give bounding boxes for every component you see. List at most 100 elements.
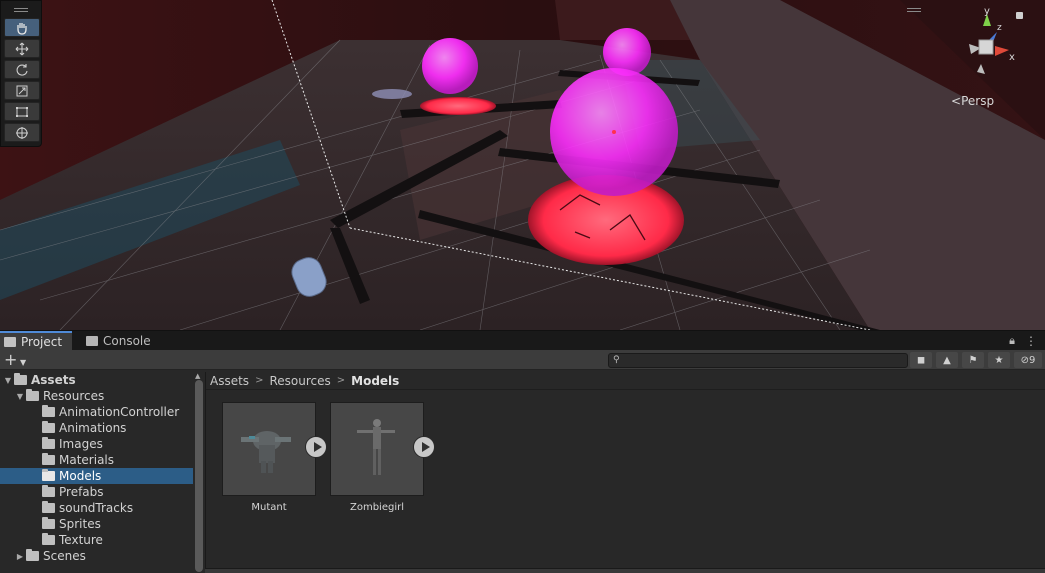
projection-label: Persp: [961, 94, 995, 108]
chevron-right-icon[interactable]: ▶: [14, 552, 26, 561]
axis-gizmo-icon[interactable]: y x z: [947, 6, 1027, 86]
folder-icon: [4, 337, 16, 347]
zoom-slider-bar[interactable]: [205, 568, 1045, 573]
chevron-right-icon: >: [255, 375, 264, 386]
tree-item-animationcontroller[interactable]: AnimationController: [0, 404, 193, 420]
rect-tool-button[interactable]: [4, 102, 40, 121]
asset-name: Zombiegirl: [349, 502, 404, 513]
project-panel: Project Console 🔒︎ ⋮ + ▼ ⚲ ◼ ▲ ⚑ ★ ⊘ 9 ▼…: [0, 330, 1045, 573]
tab-console[interactable]: Console: [82, 331, 161, 351]
zombiegirl-model-preview: [357, 419, 395, 475]
search-input[interactable]: ⚲: [608, 353, 908, 368]
breadcrumb-assets[interactable]: Assets: [210, 374, 249, 388]
hand-icon: [17, 22, 27, 35]
tree-scrollbar[interactable]: ▲: [193, 372, 205, 573]
console-icon: [86, 336, 98, 346]
scale-icon: [16, 85, 28, 96]
scene-render: [0, 0, 1045, 330]
folder-tree: ▼ Assets ▼ Resources AnimationController…: [0, 372, 193, 573]
breadcrumb: Assets > Resources > Models: [206, 372, 1045, 390]
folder-icon: [42, 421, 55, 433]
chevron-right-icon: >: [336, 375, 346, 386]
breadcrumb-resources[interactable]: Resources: [269, 374, 330, 388]
gizmo-z-label: z: [997, 23, 1002, 33]
lock-icon[interactable]: [1016, 12, 1023, 19]
projection-toggle[interactable]: <Persp: [951, 94, 994, 108]
overlay-drag-handle[interactable]: [3, 4, 39, 16]
favorites-button[interactable]: ★: [988, 352, 1010, 368]
star-icon: ★: [994, 354, 1004, 366]
asset-thumbnail[interactable]: [222, 402, 316, 496]
tree-item-resources[interactable]: ▼ Resources: [0, 388, 193, 404]
tree-item-label: Scenes: [43, 549, 86, 563]
folder-icon: [42, 501, 55, 513]
dropdown-arrow-icon: ▼: [17, 358, 27, 367]
transform-icon: [16, 126, 28, 139]
tree-item-assets[interactable]: ▼ Assets: [0, 372, 193, 388]
transform-tool-button[interactable]: [4, 123, 40, 142]
chevron-down-icon[interactable]: ▼: [2, 376, 14, 385]
tree-item-models[interactable]: Models: [0, 468, 193, 484]
folder-icon: [42, 453, 55, 465]
tree-item-scenes[interactable]: ▶ Scenes: [0, 548, 193, 564]
shapes-icon: ▲: [943, 354, 951, 366]
scene-tools-overlay: [0, 0, 42, 147]
tree-item-label: Images: [59, 437, 103, 451]
hand-tool-button[interactable]: [4, 18, 40, 37]
chevron-down-icon[interactable]: ▼: [14, 392, 26, 401]
asset-tile-zombiegirl[interactable]: Zombiegirl: [330, 402, 440, 513]
more-options-icon[interactable]: ⋮: [1025, 334, 1037, 348]
asset-browser: Assets > Resources > Models Mutant Zombi…: [205, 372, 1045, 573]
plus-icon: +: [4, 350, 18, 369]
asset-tile-mutant[interactable]: Mutant: [222, 402, 332, 513]
move-tool-button[interactable]: [4, 39, 40, 58]
tree-item-prefabs[interactable]: Prefabs: [0, 484, 193, 500]
hidden-packages-toggle[interactable]: ⊘ 9: [1014, 352, 1042, 368]
tree-item-label: soundTracks: [59, 501, 134, 515]
panel-tab-bar: Project Console 🔒︎ ⋮: [0, 330, 1045, 351]
filter-by-label-button[interactable]: ⚑: [962, 352, 984, 368]
scrollbar-thumb[interactable]: [195, 380, 203, 572]
tree-item-label: Models: [59, 469, 102, 483]
tab-project-label: Project: [21, 335, 63, 349]
tree-item-images[interactable]: Images: [0, 436, 193, 452]
folder-open-icon: [26, 389, 39, 401]
tree-item-label: Resources: [43, 389, 105, 403]
scene-view[interactable]: y x z <Persp: [0, 0, 1045, 330]
play-preview-button[interactable]: [413, 436, 435, 458]
tree-item-materials[interactable]: Materials: [0, 452, 193, 468]
search-by-type-button[interactable]: ◼: [910, 352, 932, 368]
scroll-up-icon[interactable]: ▲: [195, 372, 200, 380]
gizmo-menu-icon[interactable]: [907, 8, 921, 14]
project-toolbar: + ▼ ⚲ ◼ ▲ ⚑ ★ ⊘ 9: [0, 350, 1045, 370]
asset-thumbnail[interactable]: [330, 402, 424, 496]
folder-icon: [42, 437, 55, 449]
play-preview-button[interactable]: [305, 436, 327, 458]
move-icon: [15, 42, 29, 55]
tree-item-animations[interactable]: Animations: [0, 420, 193, 436]
breadcrumb-models[interactable]: Models: [351, 374, 399, 388]
filter-by-type-button[interactable]: ▲: [936, 352, 958, 368]
folder-icon: [42, 517, 55, 529]
tree-item-label: Sprites: [59, 517, 101, 531]
scale-tool-button[interactable]: [4, 81, 40, 100]
tab-console-label: Console: [103, 334, 151, 348]
eye-slash-icon: ⊘: [1020, 354, 1029, 366]
search-type-icon: ◼: [916, 354, 926, 366]
orientation-gizmo[interactable]: y x z <Persp: [907, 6, 1027, 114]
tree-item-soundtracks[interactable]: soundTracks: [0, 500, 193, 516]
tree-item-label: Prefabs: [59, 485, 104, 499]
folder-icon: [42, 405, 55, 417]
chevron-left-icon: <: [951, 94, 962, 108]
tree-item-sprites[interactable]: Sprites: [0, 516, 193, 532]
tree-item-texture[interactable]: Texture: [0, 532, 193, 548]
tag-icon: ⚑: [968, 354, 978, 366]
tab-project[interactable]: Project: [0, 331, 73, 351]
rotate-tool-button[interactable]: [4, 60, 40, 79]
create-dropdown-button[interactable]: + ▼: [4, 350, 26, 373]
rotate-icon: [16, 63, 28, 76]
lock-icon[interactable]: 🔒︎: [1009, 334, 1015, 348]
hidden-count: 9: [1029, 354, 1036, 366]
tree-item-label: Animations: [59, 421, 127, 435]
folder-icon: [26, 549, 39, 561]
